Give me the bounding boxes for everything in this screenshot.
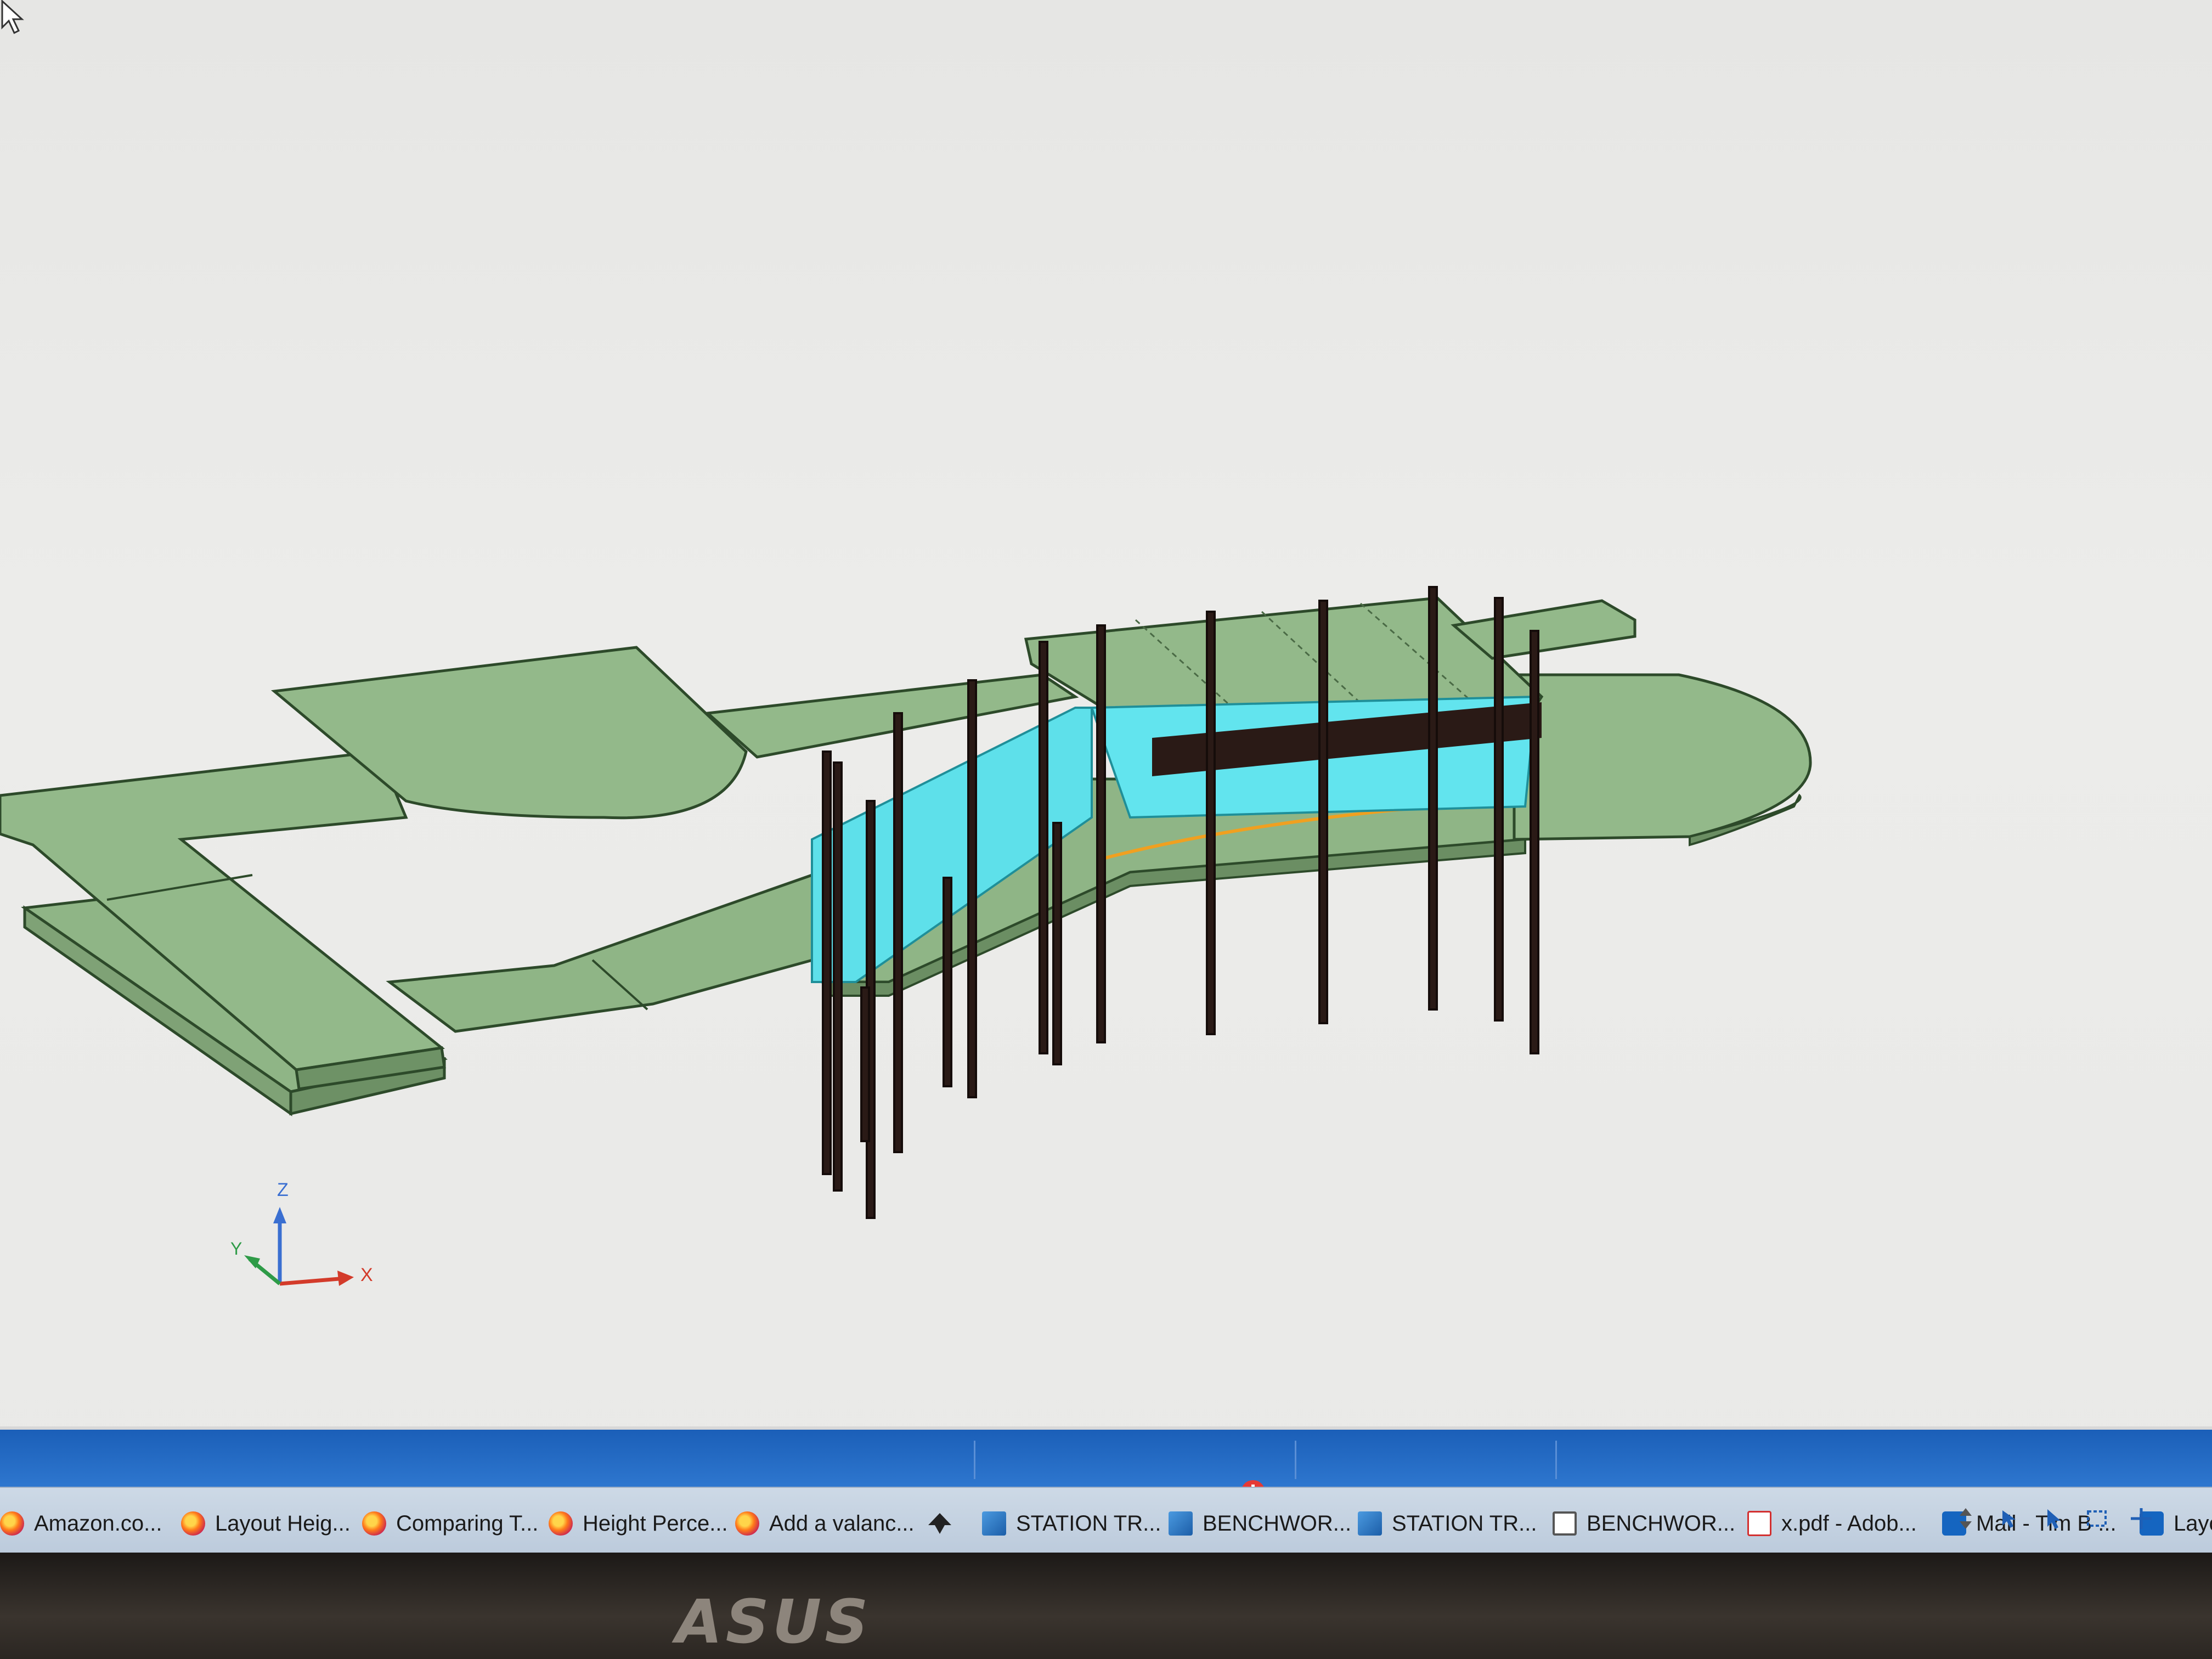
axis-triad: [244, 1207, 354, 1286]
taskbar-item-label: STATION TR...: [1016, 1511, 1161, 1536]
updown-arrows-icon[interactable]: [1953, 1506, 1978, 1531]
taskbar-item-pdf[interactable]: x.pdf - Adob...: [1747, 1504, 1917, 1543]
taskbar-item-station-2[interactable]: STATION TR...: [1358, 1504, 1537, 1543]
taskbar-item-height-percent[interactable]: Height Perce...: [549, 1504, 728, 1543]
firefox-icon: [181, 1511, 205, 1536]
taskbar-item-label: Height Perce...: [583, 1511, 728, 1536]
cad-icon: [1358, 1511, 1382, 1536]
deck-right-oval: [1513, 673, 1812, 847]
system-tray: [1953, 1497, 2154, 1541]
cad-icon: [1169, 1511, 1193, 1536]
taskbar-item-label: Add a valanc...: [769, 1511, 915, 1536]
taskbar-item-label: Layo: [2174, 1511, 2212, 1536]
taskbar-item-amazon[interactable]: Amazon.co...: [0, 1504, 162, 1543]
cube-icon: [1553, 1511, 1577, 1536]
axis-label-y: Y: [230, 1239, 242, 1259]
monitor-bezel: [0, 1553, 2212, 1659]
taskbar-item-label: BENCHWOR...: [1587, 1511, 1736, 1536]
model-render: [0, 586, 1812, 1286]
cad-icon: [982, 1511, 1006, 1536]
pdf-icon: [1747, 1511, 1771, 1536]
firefox-icon: [0, 1511, 24, 1536]
firefox-icon: [362, 1511, 386, 1536]
taskbar-item-label: Layout Heig...: [215, 1511, 351, 1536]
mouse-cursor-icon: [1, 0, 24, 35]
undo-cursor-icon[interactable]: [1997, 1506, 2022, 1531]
taskbar-item-comparing[interactable]: Comparing T...: [362, 1504, 538, 1543]
app-icon: [928, 1513, 951, 1534]
status-separator: [1295, 1441, 1296, 1479]
status-separator: [974, 1441, 975, 1479]
taskbar-item-label: Amazon.co...: [34, 1511, 162, 1536]
taskbar-item-label: STATION TR...: [1392, 1511, 1537, 1536]
screen: Z X Y Amazon.co... Layout Heig... Compar…: [0, 0, 2212, 1553]
taskbar-item-benchwork-1[interactable]: BENCHWOR...: [1169, 1504, 1351, 1543]
taskbar-item-layout-height[interactable]: Layout Heig...: [181, 1504, 351, 1543]
status-bar: [0, 1426, 2212, 1490]
axis-label-x: X: [360, 1265, 373, 1285]
taskbar-item-benchwork-2[interactable]: BENCHWOR...: [1553, 1504, 1735, 1543]
firefox-icon: [549, 1511, 573, 1536]
pan-icon[interactable]: [2129, 1506, 2154, 1531]
axis-label-z: Z: [277, 1180, 289, 1200]
taskbar: Amazon.co... Layout Heig... Comparing T.…: [0, 1487, 2212, 1553]
monitor-brand-logo: ASUS: [675, 1587, 872, 1657]
taskbar-item-station-1[interactable]: STATION TR...: [982, 1504, 1161, 1543]
deck-lower-ramp: [386, 854, 874, 1033]
taskbar-item-label: Comparing T...: [396, 1511, 539, 1536]
firefox-icon: [735, 1511, 759, 1536]
taskbar-item-label: BENCHWOR...: [1203, 1511, 1352, 1536]
status-separator: [1555, 1441, 1557, 1479]
taskbar-item-app[interactable]: [927, 1504, 962, 1543]
3d-viewport[interactable]: Z X Y: [0, 0, 2212, 1426]
taskbar-item-label: x.pdf - Adob...: [1781, 1511, 1917, 1536]
select-cursor-icon[interactable]: [2041, 1506, 2066, 1531]
taskbar-item-add-valance[interactable]: Add a valanc...: [735, 1504, 915, 1543]
selection-box-icon[interactable]: [2085, 1506, 2110, 1531]
